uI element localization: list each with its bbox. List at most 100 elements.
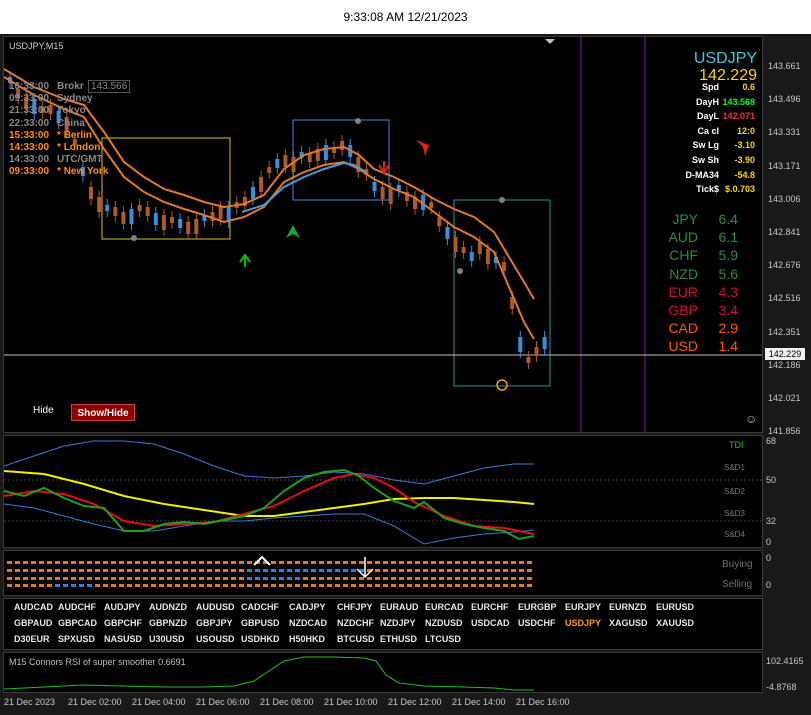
signal-dot [351, 577, 356, 580]
candle-body [145, 207, 150, 216]
signal-dot [95, 584, 100, 587]
pair-button[interactable]: NZDCHF [337, 618, 374, 628]
price-chart-svg[interactable]: ☺ [4, 37, 762, 432]
signal-dot [503, 569, 508, 572]
tdi-pane[interactable]: TDI S&D1 S&D2 S&D3 S&D4 [3, 435, 763, 548]
pair-button[interactable]: GBPJPY [196, 618, 233, 628]
pair-button[interactable]: CADCHF [241, 602, 279, 612]
pair-button[interactable]: EURCHF [471, 602, 509, 612]
pair-button[interactable]: AUDUSD [196, 602, 235, 612]
signal-dot [407, 584, 412, 587]
pair-button[interactable]: USDCAD [471, 618, 510, 628]
signal-dot [239, 569, 244, 572]
pair-button[interactable]: XAUUSD [656, 618, 694, 628]
pair-button[interactable]: EURCAD [425, 602, 464, 612]
signal-dot [263, 577, 268, 580]
pair-button[interactable]: USOUSD [196, 634, 235, 644]
pair-button[interactable]: SPXUSD [58, 634, 95, 644]
time-axis-label: 21 Dec 06:00 [196, 697, 250, 707]
pair-button[interactable]: EURUSD [656, 602, 694, 612]
pair-button[interactable]: EURAUD [380, 602, 419, 612]
price-axis-label: 142.516 [768, 293, 801, 304]
pair-button[interactable]: GBPCAD [58, 618, 97, 628]
signal-dot [95, 561, 100, 564]
signal-pane[interactable]: Buying Selling [3, 550, 763, 596]
pair-button[interactable]: AUDCAD [14, 602, 53, 612]
pair-button[interactable]: AUDJPY [104, 602, 141, 612]
signal-dot [447, 561, 452, 564]
pair-button[interactable]: AUDCHF [58, 602, 96, 612]
signal-dot [79, 569, 84, 572]
pair-button[interactable]: LTCUSD [425, 634, 461, 644]
signal-dot [335, 561, 340, 564]
candle-body [275, 159, 280, 168]
candle-body [380, 187, 385, 199]
rsi-pane[interactable]: M15 Connors RSI of super smoother 0.6691 [3, 652, 763, 693]
signal-dot [463, 569, 468, 572]
signal-dot [423, 584, 428, 587]
pair-button[interactable]: NZDCAD [289, 618, 327, 628]
showhide-button[interactable]: Show/Hide [71, 404, 135, 421]
pair-button[interactable]: XAGUSD [609, 618, 648, 628]
signal-dot [351, 561, 356, 564]
signal-dot [239, 561, 244, 564]
pair-button[interactable]: USDJPY [565, 618, 601, 628]
signal-dot [415, 577, 420, 580]
pair-button[interactable]: U30USD [149, 634, 185, 644]
signal-dot [135, 569, 140, 572]
signal-dot [159, 561, 164, 564]
signal-dot [223, 569, 228, 572]
pair-button[interactable]: CADJPY [289, 602, 326, 612]
pair-button[interactable]: BTCUSD [337, 634, 375, 644]
signal-dot [175, 584, 180, 587]
pair-button[interactable]: GBPUSD [241, 618, 280, 628]
pair-button[interactable]: NASUSD [104, 634, 142, 644]
signal-dot [303, 577, 308, 580]
signal-dot [375, 569, 380, 572]
pair-button[interactable]: NZDUSD [425, 618, 463, 628]
signal-dot [183, 577, 188, 580]
pair-button[interactable]: USDHKD [241, 634, 280, 644]
info-key: Tick$ [696, 184, 719, 195]
signal-dot [247, 561, 252, 564]
price-axis-label: 143.496 [768, 94, 801, 105]
pair-button[interactable]: CHFJPY [337, 602, 373, 612]
signal-dot [495, 569, 500, 572]
signal-dot [255, 577, 260, 580]
session-time: 16:33:00 [9, 81, 50, 92]
signal-dot [511, 584, 516, 587]
signal-dot [55, 584, 60, 587]
signal-dot [287, 584, 292, 587]
signal-dot [335, 584, 340, 587]
signal-dot [327, 584, 332, 587]
signal-dot [311, 584, 316, 587]
pair-button[interactable]: GBPNZD [149, 618, 187, 628]
pair-button[interactable]: D30EUR [14, 634, 50, 644]
hide-button[interactable]: Hide [33, 405, 54, 416]
pair-button[interactable]: GBPCHF [104, 618, 142, 628]
signal-dot [151, 561, 156, 564]
signal-dot [319, 569, 324, 572]
pair-button[interactable]: USDCHF [518, 618, 556, 628]
signal-dot [367, 561, 372, 564]
signal-dot [319, 561, 324, 564]
pair-button[interactable]: EURNZD [609, 602, 647, 612]
candle-body [194, 219, 199, 234]
main-chart-pane[interactable]: ☺ USDJPY,M15 [3, 36, 763, 433]
pair-button[interactable]: EURGBP [518, 602, 557, 612]
pair-button[interactable]: GBPAUD [14, 618, 52, 628]
signal-dot [175, 569, 180, 572]
signal-dot [479, 584, 484, 587]
pair-button[interactable]: AUDNZD [149, 602, 187, 612]
signal-dot [119, 584, 124, 587]
pair-button[interactable]: ETHUSD [380, 634, 417, 644]
pair-button[interactable]: H50HKD [289, 634, 325, 644]
signal-dot [23, 584, 28, 587]
pair-button[interactable]: EURJPY [565, 602, 601, 612]
pair-button[interactable]: NZDJPY [380, 618, 416, 628]
signal-dot [255, 569, 260, 572]
signal-dot [271, 584, 276, 587]
signal-dot [375, 577, 380, 580]
signal-dot [487, 569, 492, 572]
price-axis-label: 141.856 [768, 426, 801, 437]
